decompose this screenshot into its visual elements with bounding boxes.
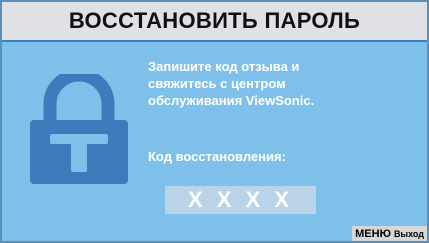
exit-label: Выход (392, 226, 427, 241)
menu-button[interactable]: МЕНЮ (352, 226, 393, 241)
padlock-icon (30, 74, 128, 184)
message-line: Запишите код отзыва и (148, 59, 300, 74)
recall-code-value: X X X X (187, 187, 294, 212)
footer-hints: МЕНЮ Выход (352, 226, 427, 241)
instruction-message: Запишите код отзыва и свяжитесь с центро… (148, 58, 398, 109)
dialog-title: ВОССТАНОВИТЬ ПАРОЛЬ (68, 8, 361, 33)
message-line: свяжитесь с центром (148, 76, 286, 91)
message-line: обслуживания ViewSonic. (148, 93, 315, 108)
title-bar: ВОССТАНОВИТЬ ПАРОЛЬ (2, 2, 427, 42)
password-recovery-dialog: ВОССТАНОВИТЬ ПАРОЛЬ Запишите код отзыва … (0, 0, 429, 243)
recall-code-label: Код восстановления: (148, 149, 286, 164)
recall-code-box: X X X X (165, 186, 316, 214)
